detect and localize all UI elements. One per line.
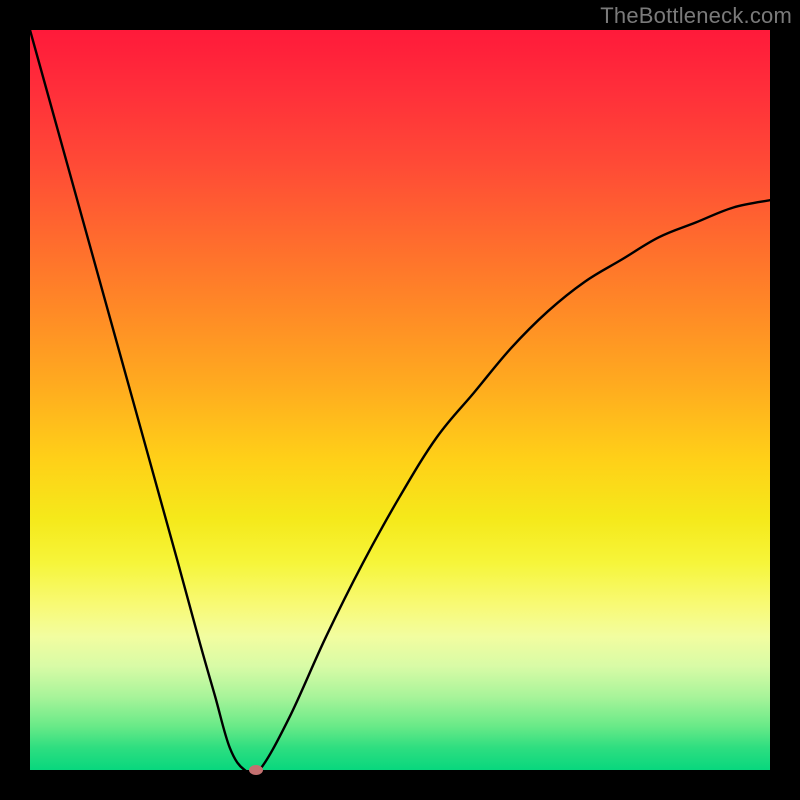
plot-area — [30, 30, 770, 770]
attribution-text: TheBottleneck.com — [600, 3, 792, 29]
bottleneck-curve — [30, 30, 770, 770]
chart-frame: TheBottleneck.com — [0, 0, 800, 800]
optimal-point-marker — [249, 765, 263, 775]
